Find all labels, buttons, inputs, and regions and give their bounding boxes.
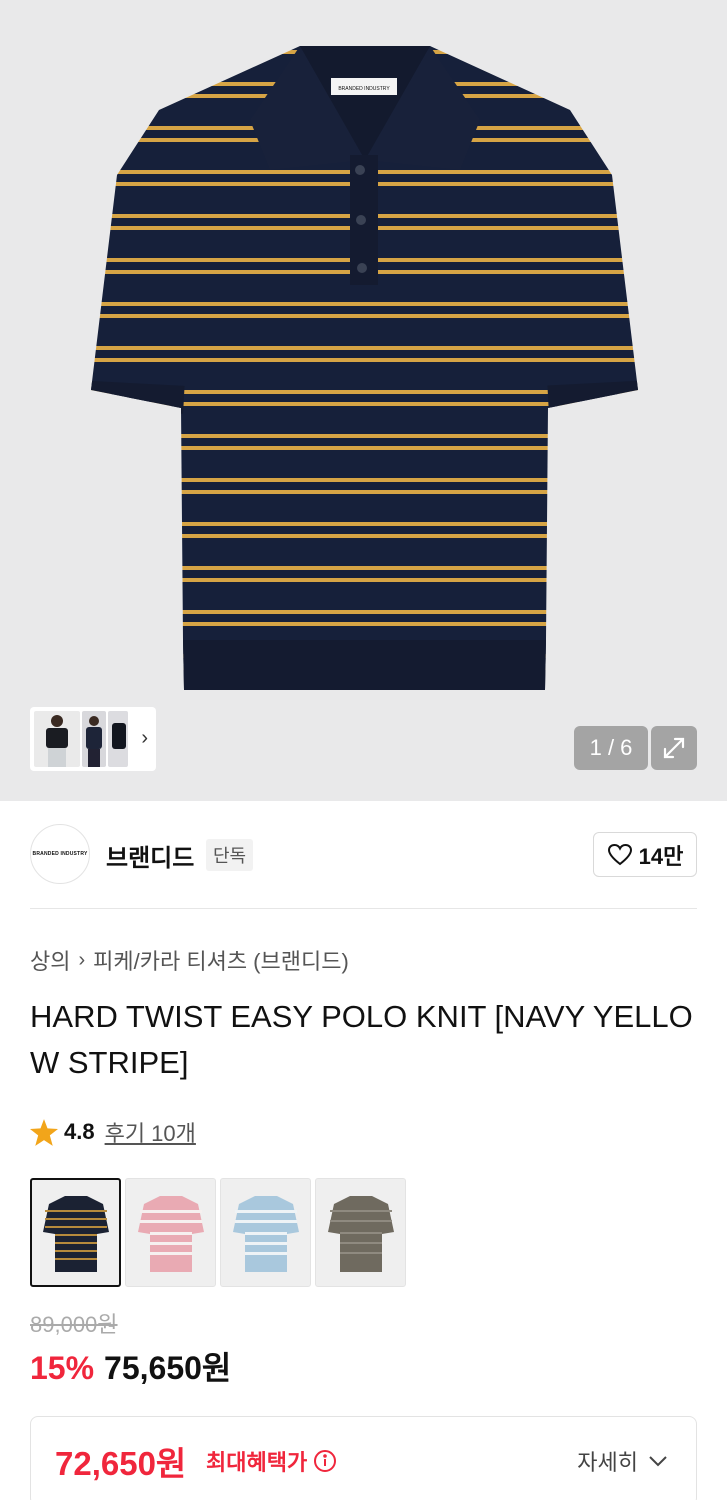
chevron-right-icon: › [78,948,86,971]
product-title: HARD TWIST EASY POLO KNIT [NAVY YELLOW S… [30,999,693,1080]
product-image-gallery[interactable]: BRANDED INDUSTRY › 1 / 6 [0,0,727,801]
max-benefit-label-group: 최대혜택가 [206,1445,337,1477]
color-options [30,1178,406,1287]
max-benefit-price: 72,650원 [55,1445,187,1482]
chevron-down-icon [649,1456,667,1467]
navy-yellow-polo-thumbnail [42,1195,109,1272]
brand-logo-text: BRANDED INDUSTRY [32,851,88,857]
brand-name[interactable]: 브랜디드 [106,838,194,873]
rating-score: 4.8 [64,1119,95,1144]
product-image: BRANDED INDUSTRY [91,46,638,690]
exclusive-badge: 단독 [206,839,254,871]
brand-row: BRANDED INDUSTRY 브랜디드 단독 14만 [30,824,697,886]
price-row: 15% 75,650원 [30,1343,231,1389]
expand-button[interactable] [651,726,697,770]
breadcrumb-item-category[interactable]: 피케/카라 티셔츠 (브랜디드) [93,944,349,976]
thumbnail-model-side[interactable] [82,711,106,767]
image-counter: 1 / 6 [574,726,648,770]
thumbnail-model-front[interactable] [34,711,80,767]
divider [30,908,697,909]
max-benefit-label: 최대혜택가 [206,1450,308,1475]
like-button[interactable]: 14만 [593,832,697,877]
heart-icon [607,843,632,865]
breadcrumb: 상의 › 피케/카라 티셔츠 (브랜디드) [30,944,349,976]
reviews-link[interactable]: 후기 10개 [105,1116,196,1148]
chevron-right-icon[interactable]: › [141,727,148,750]
breadcrumb-item-top[interactable]: 상의 [30,944,70,976]
color-option-sky-blue[interactable] [220,1178,311,1287]
discount-rate: 15% [30,1350,95,1386]
expand-icon [663,737,685,759]
color-option-brown[interactable] [315,1178,406,1287]
details-button[interactable]: 자세히 [577,1445,668,1477]
svg-text:BRANDED INDUSTRY: BRANDED INDUSTRY [338,86,390,92]
max-benefit-box[interactable]: 72,650원 최대혜택가 자세히 [30,1416,697,1500]
star-icon [30,1118,58,1146]
color-option-navy-yellow[interactable] [30,1178,121,1287]
color-option-pink[interactable] [125,1178,216,1287]
details-label: 자세히 [577,1450,638,1475]
pink-polo-thumbnail [137,1195,204,1272]
brown-polo-thumbnail [327,1195,394,1272]
brand-logo[interactable]: BRANDED INDUSTRY [30,824,90,884]
thumbnail-strip[interactable]: › [30,707,156,771]
original-price: 89,000원 [30,1312,118,1337]
thumbnail-model-back[interactable] [108,711,128,767]
sale-price: 75,650원 [104,1350,232,1386]
like-count: 14만 [638,843,684,869]
info-icon[interactable] [313,1449,337,1473]
rating-row: 4.8 후기 10개 [30,1116,196,1148]
sky-blue-polo-thumbnail [232,1195,299,1272]
